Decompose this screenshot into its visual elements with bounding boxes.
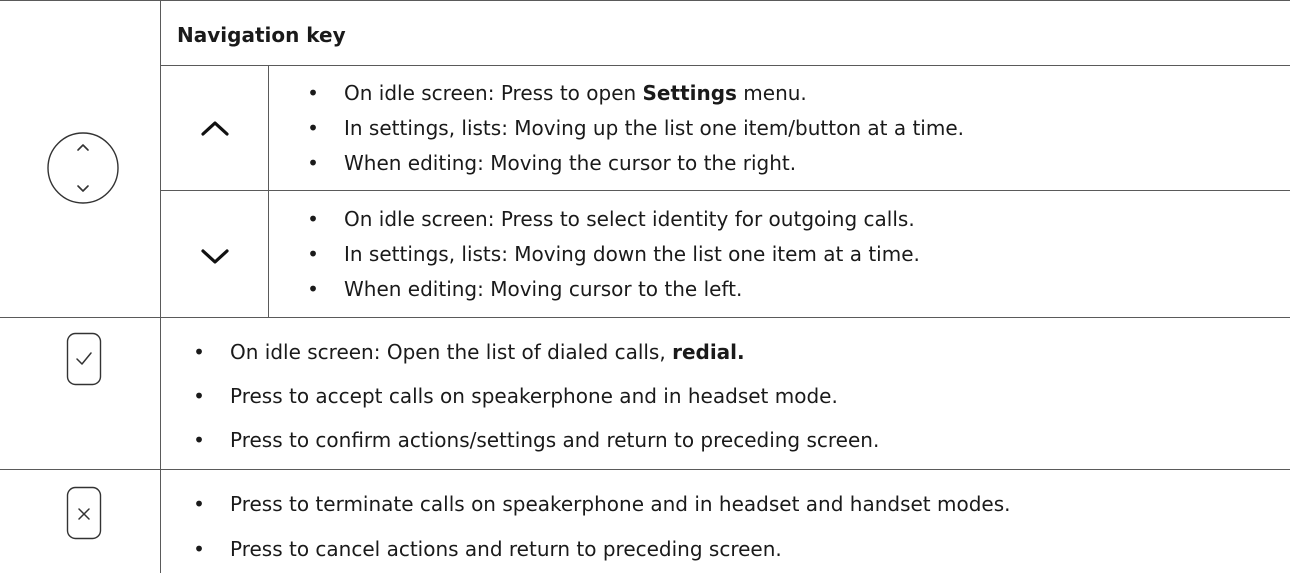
rule-nav-accept bbox=[0, 317, 1290, 318]
cancel-key-icon bbox=[66, 486, 102, 540]
rule-up-down bbox=[160, 190, 1290, 191]
rule-accept-cancel bbox=[0, 469, 1290, 470]
table-header-title: Navigation key bbox=[177, 23, 346, 47]
check-key-icon bbox=[66, 332, 102, 386]
chevron-up-icon bbox=[201, 121, 229, 136]
rule-col-1 bbox=[160, 0, 161, 573]
rule-header bbox=[160, 65, 1290, 66]
chevron-down-icon bbox=[201, 249, 229, 264]
navigation-key-icon bbox=[47, 132, 119, 204]
navigation-key-table: Navigation key • On idle screen: Press t… bbox=[0, 0, 1290, 573]
rule-col-2 bbox=[268, 65, 269, 317]
rule-top bbox=[0, 0, 1290, 1]
